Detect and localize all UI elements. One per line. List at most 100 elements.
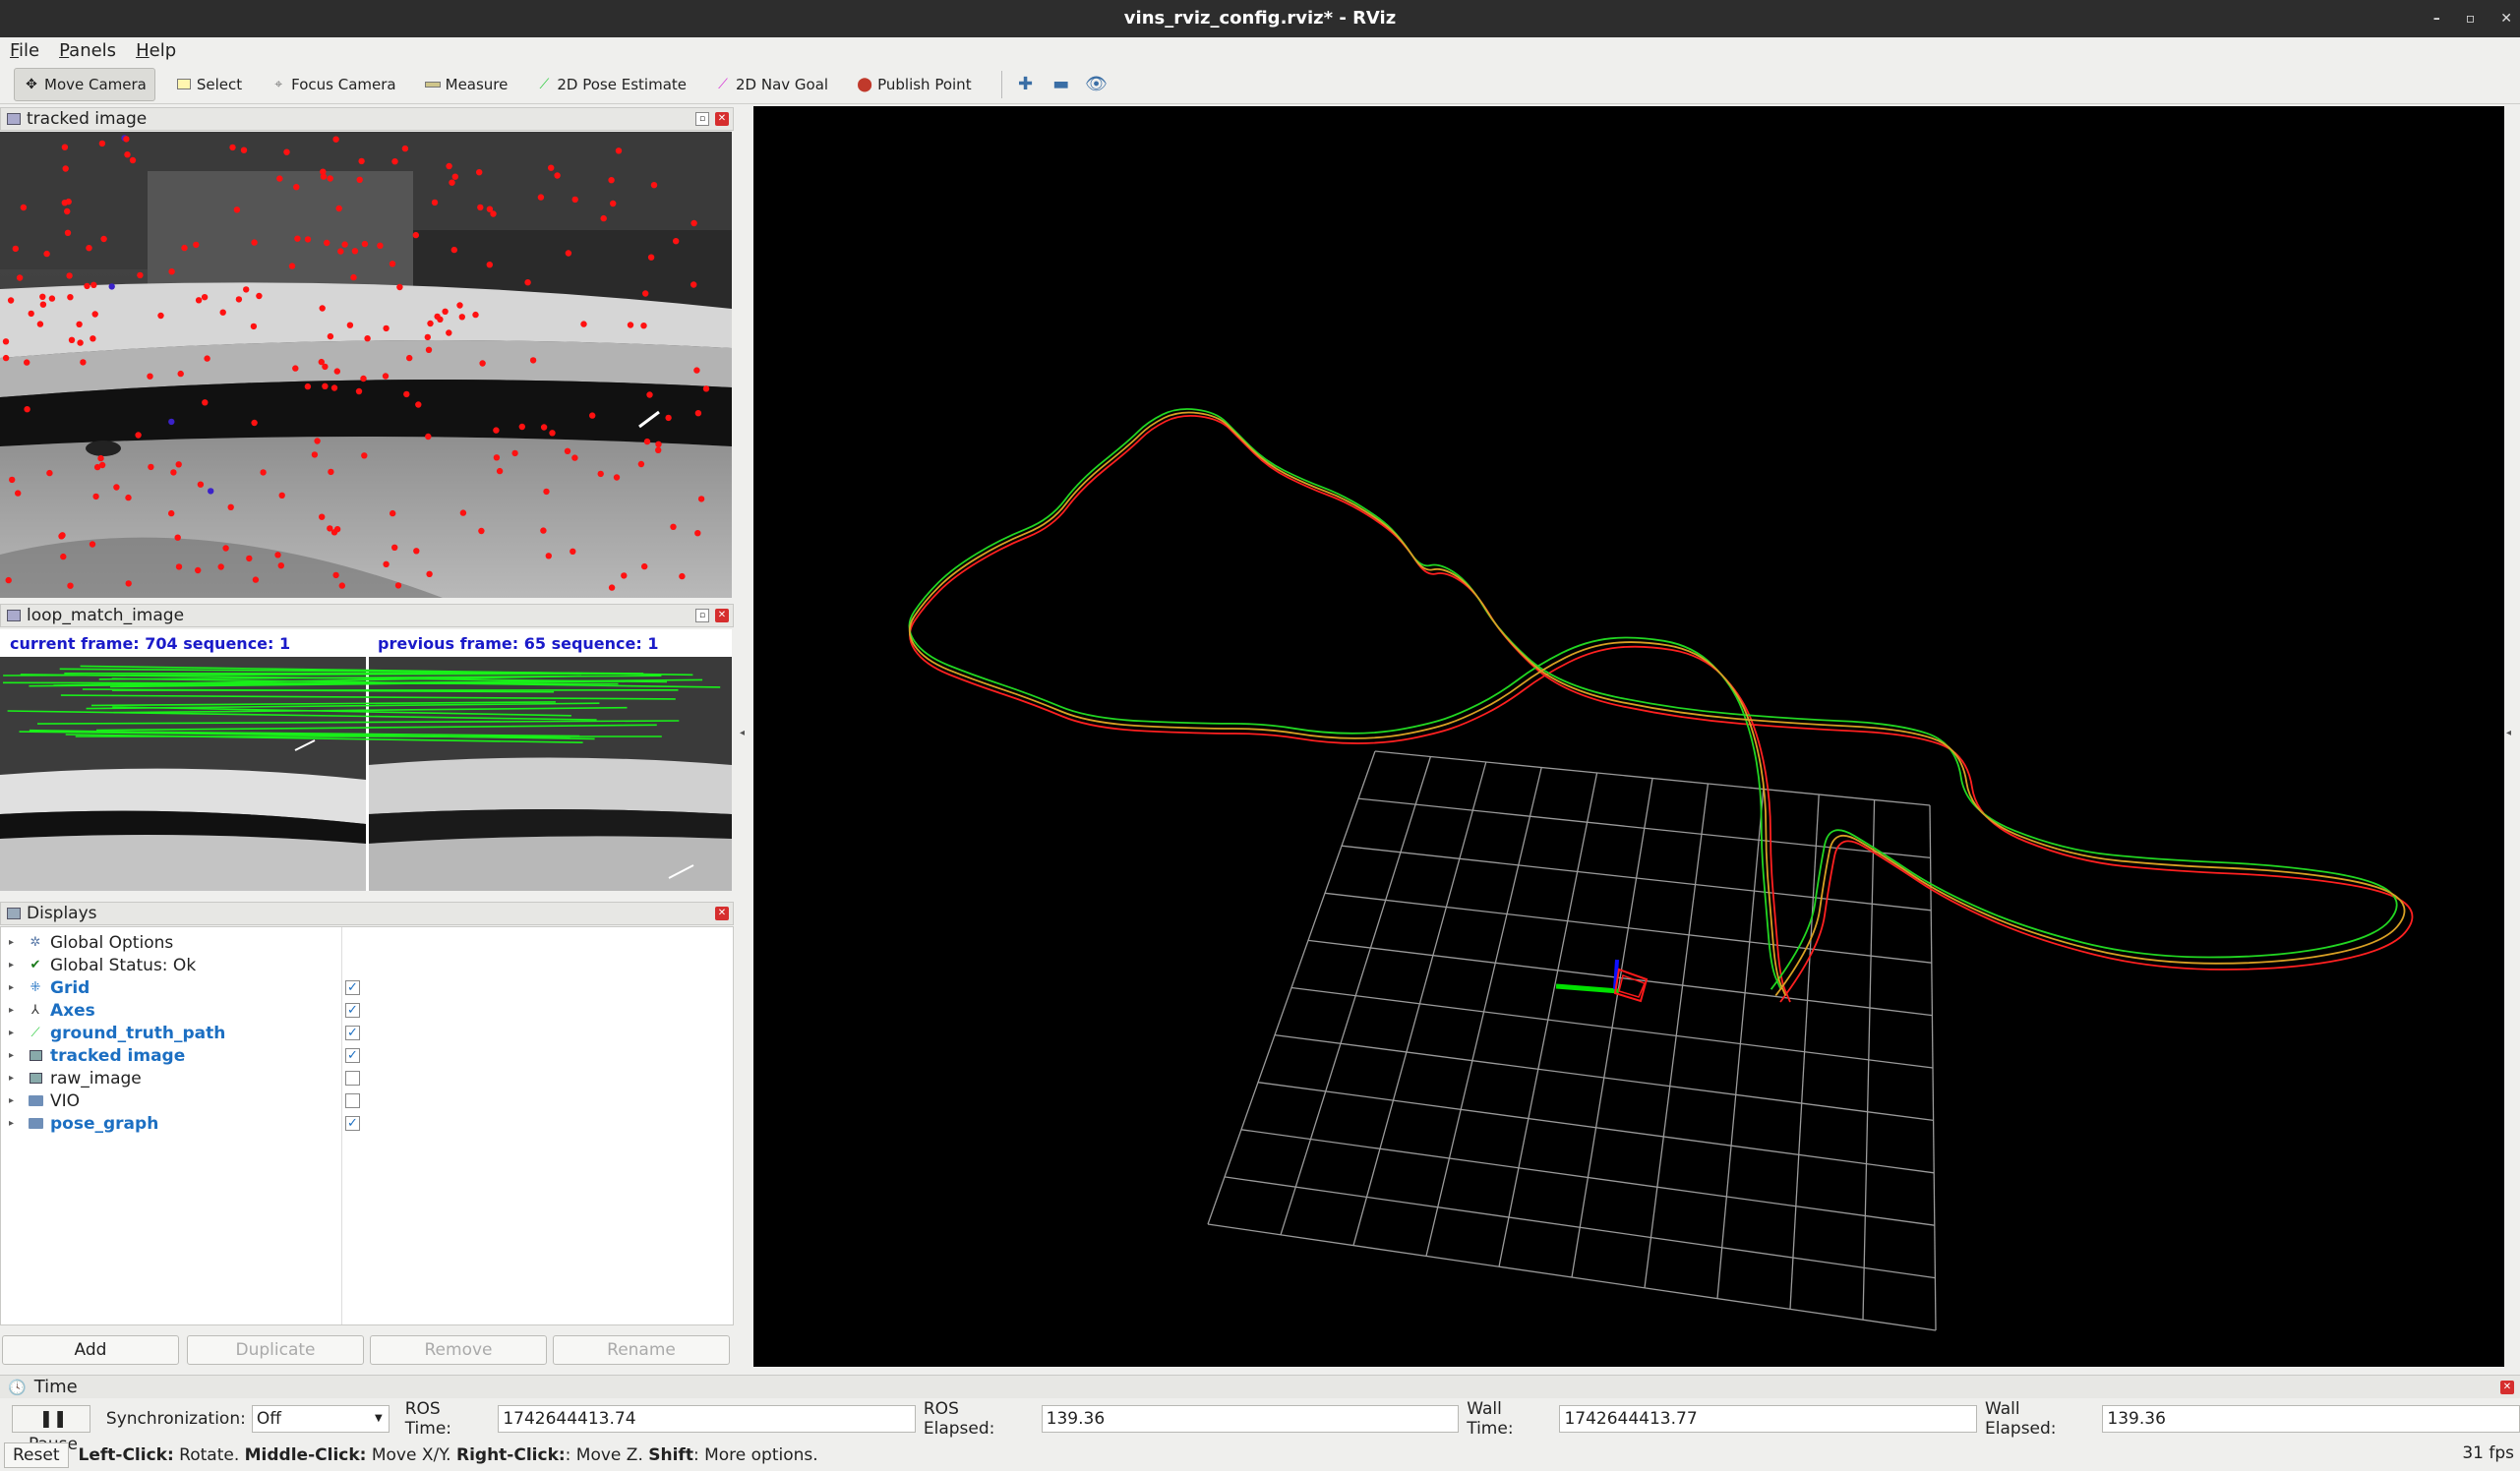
feature-point: [647, 254, 655, 261]
feature-point: [2, 354, 10, 362]
feature-point: [361, 452, 368, 459]
display-item-vio[interactable]: ▸ VIO: [1, 1089, 733, 1112]
splitter-handle-icon[interactable]: ◂: [740, 728, 750, 747]
feature-point: [646, 391, 653, 398]
display-item-checkbox[interactable]: ✓: [345, 1026, 360, 1040]
ros-time-field[interactable]: 1742644413.74: [498, 1405, 916, 1433]
feature-point: [147, 373, 153, 380]
display-item-label: Global Options: [50, 932, 174, 953]
menu-panels[interactable]: Panels: [59, 40, 116, 61]
close-panel-icon[interactable]: ✕: [715, 907, 729, 920]
feature-point: [391, 544, 398, 551]
close-panel-icon[interactable]: ✕: [2500, 1380, 2514, 1394]
toolbar: ✥ Move Camera Select ⌖ Focus Camera Meas…: [0, 65, 2520, 104]
display-item-tracked-image[interactable]: ▸ tracked image ✓: [1, 1044, 733, 1067]
pause-icon: ❚❚: [38, 1409, 68, 1429]
display-item-raw-image[interactable]: ▸ raw_image: [1, 1067, 733, 1089]
feature-point: [694, 530, 701, 537]
feature-point: [229, 144, 236, 151]
feature-point: [177, 370, 184, 378]
feature-point: [256, 292, 263, 300]
feature-point: [335, 205, 342, 212]
publish-point-button[interactable]: ⬤ Publish Point: [848, 68, 979, 101]
feature-point: [168, 418, 175, 426]
feature-point: [390, 509, 396, 517]
feature-point: [693, 367, 700, 374]
axes-marker: [1555, 959, 1649, 1003]
feature-point: [292, 365, 299, 372]
duplicate-button[interactable]: Duplicate: [187, 1335, 364, 1365]
menu-help[interactable]: Help: [136, 40, 176, 61]
feature-point: [202, 399, 209, 406]
feature-point: [615, 147, 623, 154]
display-item-global-options[interactable]: ▸ ✲ Global Options: [1, 931, 733, 954]
expand-arrow-icon[interactable]: ▸: [9, 937, 23, 948]
expand-arrow-icon[interactable]: ▸: [9, 1005, 23, 1016]
ros-elapsed-field[interactable]: 139.36: [1041, 1405, 1460, 1433]
expand-arrow-icon[interactable]: ▸: [9, 960, 23, 971]
grid-line: [1240, 1129, 1935, 1226]
pause-button[interactable]: ❚❚ Pause: [12, 1405, 90, 1454]
loop-match-canvas: [0, 657, 732, 891]
pose-estimate-button[interactable]: ⟋ 2D Pose Estimate: [527, 68, 694, 101]
display-item-checkbox[interactable]: [345, 1093, 360, 1108]
display-item-global-status-ok[interactable]: ▸ ✔ Global Status: Ok: [1, 954, 733, 976]
rename-button[interactable]: Rename: [553, 1335, 730, 1365]
menu-file[interactable]: File: [10, 40, 39, 61]
close-panel-icon[interactable]: ✕: [715, 112, 729, 126]
wall-elapsed-field[interactable]: 139.36: [2102, 1405, 2520, 1433]
remove-tool-icon[interactable]: ▬: [1048, 71, 1075, 98]
maximize-icon[interactable]: ▫: [2466, 0, 2476, 37]
feature-point: [382, 373, 390, 380]
feature-point: [304, 236, 312, 243]
display-item-grid[interactable]: ▸ ⁜ Grid ✓: [1, 976, 733, 999]
expand-arrow-icon[interactable]: ▸: [9, 1095, 23, 1106]
add-button[interactable]: Add: [2, 1335, 179, 1365]
close-panel-icon[interactable]: ✕: [715, 609, 729, 622]
feature-point: [406, 354, 413, 362]
feature-point: [458, 314, 465, 321]
close-icon[interactable]: ✕: [2500, 0, 2512, 37]
feature-point: [543, 488, 550, 496]
title-bar: vins_rviz_config.rviz* - RViz – ▫ ✕: [0, 0, 2520, 37]
feature-point: [193, 241, 200, 249]
display-item-axes[interactable]: ▸ ⅄ Axes ✓: [1, 999, 733, 1022]
minimize-icon[interactable]: –: [2433, 0, 2440, 37]
display-item-ground-truth-path[interactable]: ▸ ⟋ ground_truth_path ✓: [1, 1022, 733, 1044]
view-tool-icon[interactable]: 👁: [1083, 71, 1110, 98]
display-item-checkbox[interactable]: [345, 1071, 360, 1086]
feature-point: [16, 274, 24, 281]
display-item-label: Global Status: Ok: [50, 955, 197, 975]
reset-button[interactable]: Reset: [4, 1442, 69, 1468]
expand-arrow-icon[interactable]: ▸: [9, 1028, 23, 1038]
expand-arrow-icon[interactable]: ▸: [9, 1118, 23, 1129]
hint-left-text: Rotate.: [173, 1445, 245, 1465]
wall-time-field[interactable]: 1742644413.77: [1559, 1405, 1978, 1433]
display-item-checkbox[interactable]: ✓: [345, 1048, 360, 1063]
feature-point: [383, 324, 390, 332]
move-camera-button[interactable]: ✥ Move Camera: [14, 67, 155, 101]
float-panel-icon[interactable]: ▫: [695, 609, 709, 622]
focus-camera-button[interactable]: ⌖ Focus Camera: [262, 68, 403, 101]
display-item-checkbox[interactable]: ✓: [345, 1003, 360, 1018]
display-item-checkbox[interactable]: ✓: [345, 980, 360, 995]
sync-select[interactable]: Off ▼: [251, 1405, 390, 1433]
feature-point: [125, 580, 132, 587]
expand-arrow-icon[interactable]: ▸: [9, 982, 23, 993]
expand-arrow-icon[interactable]: ▸: [9, 1073, 23, 1084]
float-panel-icon[interactable]: ▫: [695, 112, 709, 126]
dock-handle-icon[interactable]: ◂: [2506, 728, 2511, 738]
previous-frame-label: previous frame: 65 sequence: 1: [378, 633, 659, 653]
nav-goal-button[interactable]: ⟋ 2D Nav Goal: [706, 68, 836, 101]
remove-button[interactable]: Remove: [370, 1335, 547, 1365]
select-button[interactable]: Select: [167, 68, 250, 101]
display-item-pose-graph[interactable]: ▸ pose_graph ✓: [1, 1112, 733, 1135]
expand-arrow-icon[interactable]: ▸: [9, 1050, 23, 1061]
3d-viewport[interactable]: [753, 106, 2504, 1367]
feature-point: [86, 245, 92, 252]
feature-point: [394, 582, 402, 589]
add-tool-icon[interactable]: ✚: [1012, 71, 1040, 98]
display-item-checkbox[interactable]: ✓: [345, 1116, 360, 1131]
measure-button[interactable]: Measure: [416, 68, 516, 101]
feature-point: [304, 382, 312, 390]
